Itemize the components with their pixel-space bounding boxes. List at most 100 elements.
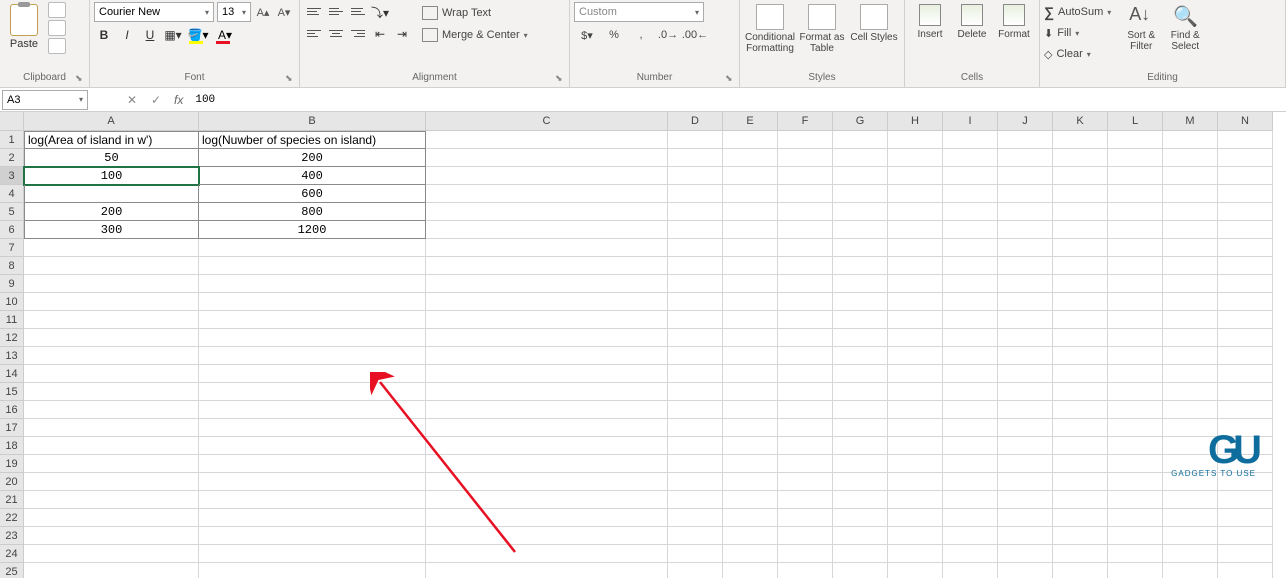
cell-K19[interactable]	[1053, 455, 1108, 473]
row-header-24[interactable]: 24	[0, 545, 24, 563]
align-left-button[interactable]	[304, 24, 324, 42]
cell-F9[interactable]	[778, 275, 833, 293]
cell-L6[interactable]	[1108, 221, 1163, 239]
cell-L13[interactable]	[1108, 347, 1163, 365]
cell-J19[interactable]	[998, 455, 1053, 473]
format-painter-icon[interactable]	[48, 38, 66, 54]
cell-N14[interactable]	[1218, 365, 1273, 383]
cell-L15[interactable]	[1108, 383, 1163, 401]
cell-G21[interactable]	[833, 491, 888, 509]
cell-E14[interactable]	[723, 365, 778, 383]
cell-B14[interactable]	[199, 365, 426, 383]
cell-L25[interactable]	[1108, 563, 1163, 578]
cell-G16[interactable]	[833, 401, 888, 419]
align-bottom-button[interactable]	[348, 2, 368, 20]
cell-K7[interactable]	[1053, 239, 1108, 257]
cell-E24[interactable]	[723, 545, 778, 563]
fx-icon[interactable]: fx	[174, 93, 183, 107]
column-header-J[interactable]: J	[998, 112, 1053, 131]
cell-C16[interactable]	[426, 401, 668, 419]
cell-A14[interactable]	[24, 365, 199, 383]
cell-H15[interactable]	[888, 383, 943, 401]
cell-M16[interactable]	[1163, 401, 1218, 419]
clear-button[interactable]: ◇Clear▾	[1044, 44, 1111, 64]
cell-C20[interactable]	[426, 473, 668, 491]
alignment-dialog-launcher[interactable]: ⬊	[555, 73, 567, 85]
cell-J8[interactable]	[998, 257, 1053, 275]
cell-N15[interactable]	[1218, 383, 1273, 401]
cell-G12[interactable]	[833, 329, 888, 347]
cell-F25[interactable]	[778, 563, 833, 578]
cell-A3[interactable]: 100	[24, 167, 199, 185]
column-header-N[interactable]: N	[1218, 112, 1273, 131]
cell-B24[interactable]	[199, 545, 426, 563]
cell-A5[interactable]: 200	[24, 203, 199, 221]
cell-M7[interactable]	[1163, 239, 1218, 257]
cell-F6[interactable]	[778, 221, 833, 239]
cancel-formula-button[interactable]: ✕	[120, 90, 144, 110]
cell-F23[interactable]	[778, 527, 833, 545]
cell-J3[interactable]	[998, 167, 1053, 185]
cell-F10[interactable]	[778, 293, 833, 311]
cell-L8[interactable]	[1108, 257, 1163, 275]
cell-C23[interactable]	[426, 527, 668, 545]
cell-I10[interactable]	[943, 293, 998, 311]
cell-G14[interactable]	[833, 365, 888, 383]
cell-D23[interactable]	[668, 527, 723, 545]
row-header-20[interactable]: 20	[0, 473, 24, 491]
cell-B3[interactable]: 400	[199, 167, 426, 185]
cell-B18[interactable]	[199, 437, 426, 455]
name-box[interactable]: A3 ▾	[2, 90, 88, 110]
row-header-23[interactable]: 23	[0, 527, 24, 545]
fill-color-button[interactable]: 🪣▾	[186, 25, 210, 45]
cell-F16[interactable]	[778, 401, 833, 419]
column-header-M[interactable]: M	[1163, 112, 1218, 131]
cell-M22[interactable]	[1163, 509, 1218, 527]
cell-M13[interactable]	[1163, 347, 1218, 365]
cell-B17[interactable]	[199, 419, 426, 437]
cell-F8[interactable]	[778, 257, 833, 275]
cell-M15[interactable]	[1163, 383, 1218, 401]
row-header-12[interactable]: 12	[0, 329, 24, 347]
cell-C7[interactable]	[426, 239, 668, 257]
cell-C5[interactable]	[426, 203, 668, 221]
font-name-combo[interactable]: Courier New ▾	[94, 2, 214, 22]
cell-L20[interactable]	[1108, 473, 1163, 491]
cell-A18[interactable]	[24, 437, 199, 455]
cell-C14[interactable]	[426, 365, 668, 383]
cell-K24[interactable]	[1053, 545, 1108, 563]
cell-A11[interactable]	[24, 311, 199, 329]
cell-C18[interactable]	[426, 437, 668, 455]
cell-J16[interactable]	[998, 401, 1053, 419]
cell-A12[interactable]	[24, 329, 199, 347]
cell-M12[interactable]	[1163, 329, 1218, 347]
insert-button[interactable]: Insert	[909, 2, 951, 42]
cell-K8[interactable]	[1053, 257, 1108, 275]
cell-H10[interactable]	[888, 293, 943, 311]
cell-I4[interactable]	[943, 185, 998, 203]
cell-C19[interactable]	[426, 455, 668, 473]
cell-H22[interactable]	[888, 509, 943, 527]
cell-A16[interactable]	[24, 401, 199, 419]
cell-G17[interactable]	[833, 419, 888, 437]
cell-G23[interactable]	[833, 527, 888, 545]
cell-F7[interactable]	[778, 239, 833, 257]
cell-K23[interactable]	[1053, 527, 1108, 545]
row-header-1[interactable]: 1	[0, 131, 24, 149]
cell-I15[interactable]	[943, 383, 998, 401]
cell-E16[interactable]	[723, 401, 778, 419]
cell-C8[interactable]	[426, 257, 668, 275]
accounting-format-button[interactable]: $▾	[574, 25, 600, 45]
cell-J21[interactable]	[998, 491, 1053, 509]
cell-B9[interactable]	[199, 275, 426, 293]
row-header-21[interactable]: 21	[0, 491, 24, 509]
cell-I22[interactable]	[943, 509, 998, 527]
cell-J17[interactable]	[998, 419, 1053, 437]
cell-I3[interactable]	[943, 167, 998, 185]
orientation-button[interactable]: ⤵▾	[370, 2, 390, 22]
cell-H25[interactable]	[888, 563, 943, 578]
cell-E8[interactable]	[723, 257, 778, 275]
cell-B22[interactable]	[199, 509, 426, 527]
cell-N13[interactable]	[1218, 347, 1273, 365]
cell-D20[interactable]	[668, 473, 723, 491]
